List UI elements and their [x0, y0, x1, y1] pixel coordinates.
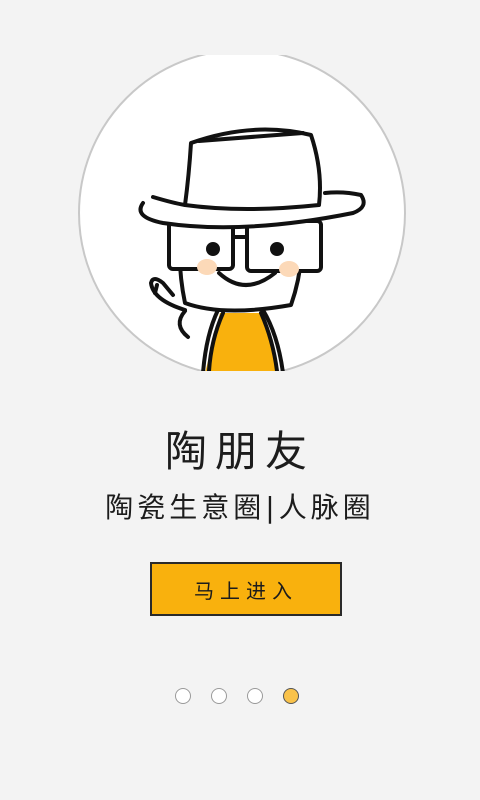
page-dot-3[interactable] — [247, 688, 263, 704]
enter-now-button[interactable]: 马上进入 — [150, 562, 342, 616]
welcome-screen: 陶朋友 陶瓷生意圈|人脉圈 马上进入 — [0, 0, 480, 800]
app-tagline: 陶瓷生意圈|人脉圈 — [105, 491, 375, 524]
cartoon-character-avatar-icon — [78, 55, 406, 371]
page-dot-4-active[interactable] — [283, 688, 299, 704]
app-title: 陶朋友 — [164, 427, 315, 476]
page-dot-1[interactable] — [175, 688, 191, 704]
page-dot-2[interactable] — [211, 688, 227, 704]
page-indicator — [175, 688, 305, 708]
avatar-illustration — [73, 55, 411, 371]
